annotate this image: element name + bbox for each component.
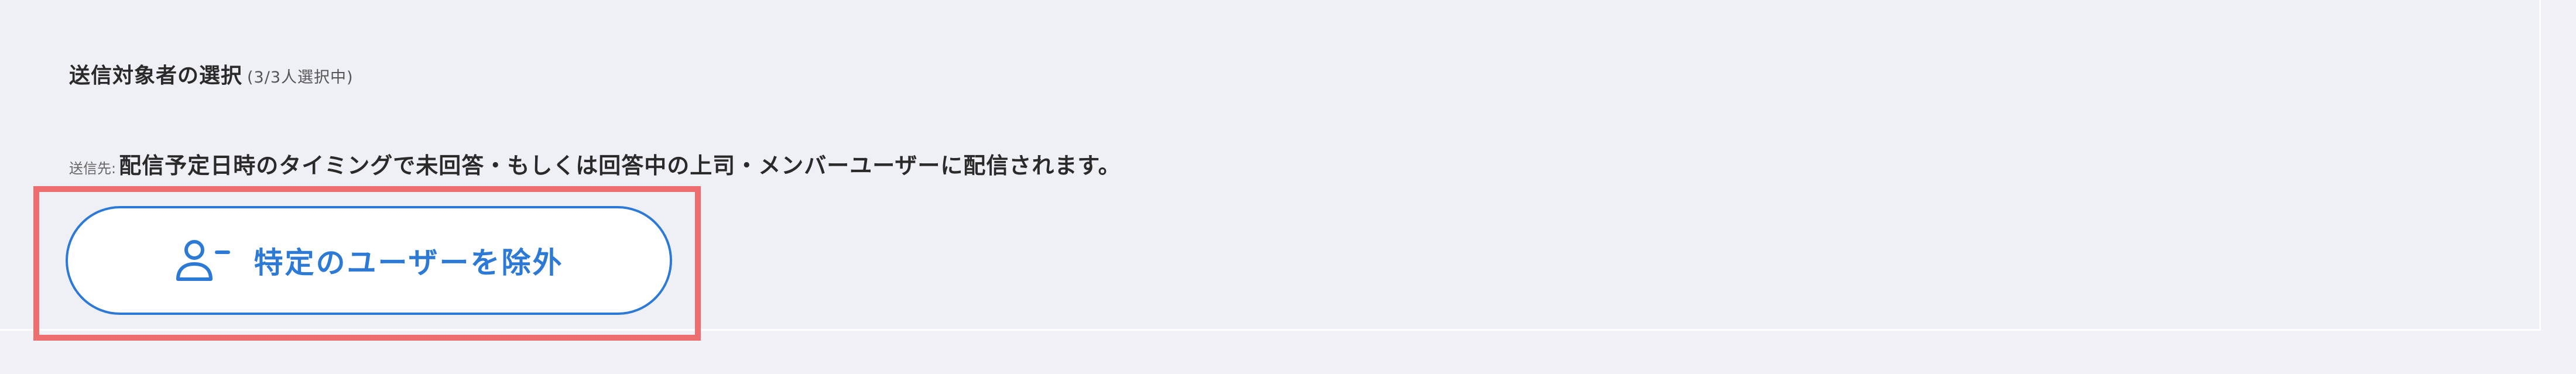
- section-title-text: 送信対象者の選択: [69, 64, 243, 88]
- destination-label: 送信先:: [69, 160, 117, 177]
- section-title: 送信対象者の選択 (3/3人選択中): [69, 59, 354, 89]
- exclude-users-button[interactable]: 特定のユーザーを除外: [66, 206, 672, 315]
- exclude-users-label: 特定のユーザーを除外: [254, 246, 564, 280]
- selection-count: (3/3人選択中): [247, 68, 354, 87]
- destination-text: 配信予定日時のタイミングで未回答・もしくは回答中の上司・メンバーユーザーに配信さ…: [119, 153, 1121, 179]
- destination-description: 送信先: 配信予定日時のタイミングで未回答・もしくは回答中の上司・メンバーユーザ…: [69, 147, 1121, 180]
- user-minus-icon: [176, 240, 230, 281]
